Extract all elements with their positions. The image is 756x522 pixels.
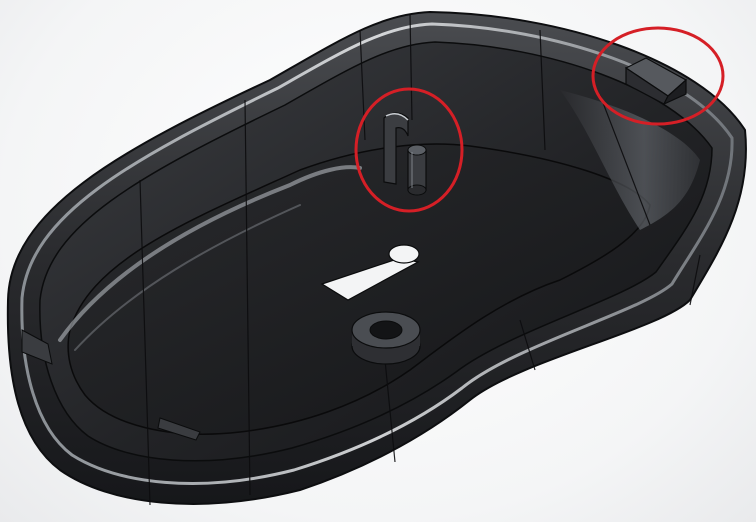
screw-boss: [351, 311, 421, 365]
cad-viewport[interactable]: [0, 0, 756, 522]
mouse-bottom-shell-model: [6, 10, 747, 506]
locating-pin: [407, 144, 427, 196]
